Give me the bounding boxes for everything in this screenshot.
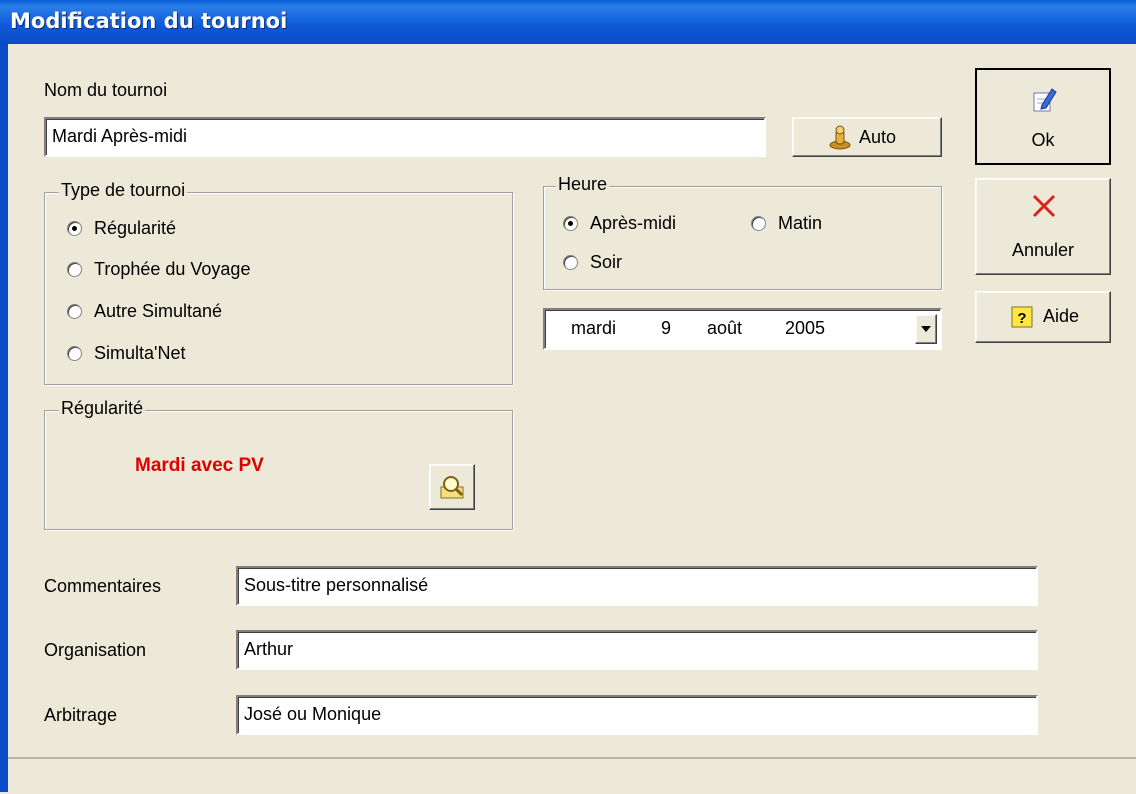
date-dropdown-button[interactable] [915,314,937,344]
regularity-title: Régularité [59,398,146,419]
date-picker[interactable]: mardi 9 août 2005 [543,308,942,350]
ok-button-label: Ok [1031,130,1055,150]
radio-circle [67,304,82,319]
radio-trophee-du-voyage[interactable]: Trophée du Voyage [67,259,250,280]
radio-label: Matin [778,213,823,233]
organisation-label: Organisation [44,640,147,660]
auto-button-label: Auto [859,127,897,147]
title-bar[interactable]: Modification du tournoi [0,0,1136,44]
time-group: Heure [543,174,942,290]
arbitrage-label: Arbitrage [44,705,118,725]
help-button-label: Aide [1043,306,1080,326]
radio-label: Régularité [94,218,177,238]
date-day: 9 [661,318,672,338]
radio-soir[interactable]: Soir [563,252,622,273]
help-button[interactable]: ? Aide [975,291,1111,343]
radio-circle [67,262,82,277]
radio-regularite[interactable]: Régularité [67,218,176,239]
radio-circle [751,216,766,231]
auto-button[interactable]: Auto [792,117,942,157]
cancel-button[interactable]: Annuler [975,178,1111,275]
radio-label: Trophée du Voyage [94,259,251,279]
radio-label: Soir [590,252,623,272]
help-icon: ? [1011,306,1033,328]
date-year: 2005 [785,318,826,338]
regularity-search-button[interactable] [429,464,475,510]
cancel-button-label: Annuler [1011,240,1075,260]
radio-circle [563,255,578,270]
radio-label: Autre Simultané [94,301,223,321]
pencil-icon [1033,88,1057,112]
radio-simultanet[interactable]: Simulta'Net [67,343,185,364]
tournament-name-input[interactable]: Mardi Après-midi [44,117,766,157]
radio-circle [67,346,82,361]
tournament-type-title: Type de tournoi [59,180,188,201]
radio-circle [67,221,82,236]
status-bar [8,757,1136,794]
radio-matin[interactable]: Matin [751,213,822,234]
date-month: août [707,318,743,338]
lamp-icon [829,125,851,150]
tournament-name-label: Nom du tournoi [44,80,168,100]
window-left-border [0,44,8,792]
organisation-input[interactable]: Arthur [236,630,1038,670]
ok-button[interactable]: Ok [975,68,1111,165]
comments-label: Commentaires [44,576,162,596]
radio-label: Après-midi [590,213,677,233]
chevron-down-icon [921,326,931,332]
regularity-value: Mardi avec PV [135,455,264,476]
window-title: Modification du tournoi [10,9,288,33]
date-weekday: mardi [571,318,617,338]
radio-apres-midi[interactable]: Après-midi [563,213,676,234]
close-icon [1032,194,1056,218]
radio-autre-simultane[interactable]: Autre Simultané [67,301,222,322]
radio-circle [563,216,578,231]
svg-text:?: ? [1017,310,1026,327]
arbitrage-input[interactable]: José ou Monique [236,695,1038,735]
comments-input[interactable]: Sous-titre personnalisé [236,566,1038,606]
time-title: Heure [556,174,610,195]
search-icon [440,476,464,499]
radio-label: Simulta'Net [94,343,186,363]
